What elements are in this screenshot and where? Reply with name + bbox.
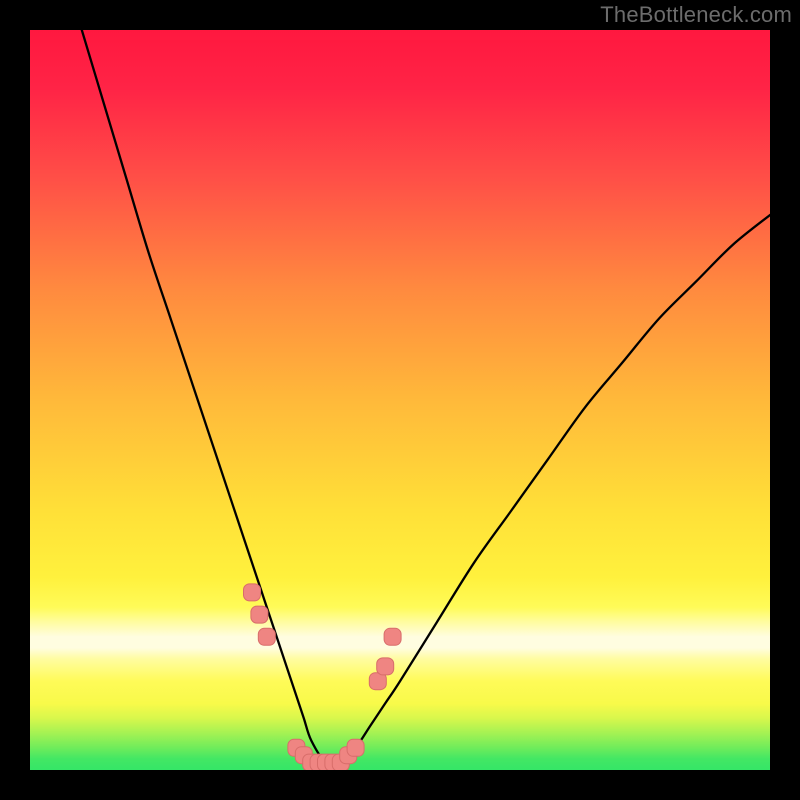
chart-marker	[244, 584, 261, 601]
chart-gradient-bg	[30, 30, 770, 770]
chart-marker	[347, 739, 364, 756]
chart-plot-area	[30, 30, 770, 770]
chart-svg	[30, 30, 770, 770]
chart-marker	[251, 606, 268, 623]
watermark-text: TheBottleneck.com	[600, 2, 792, 28]
chart-marker	[377, 658, 394, 675]
chart-marker	[384, 628, 401, 645]
chart-marker	[258, 628, 275, 645]
chart-frame: TheBottleneck.com	[0, 0, 800, 800]
